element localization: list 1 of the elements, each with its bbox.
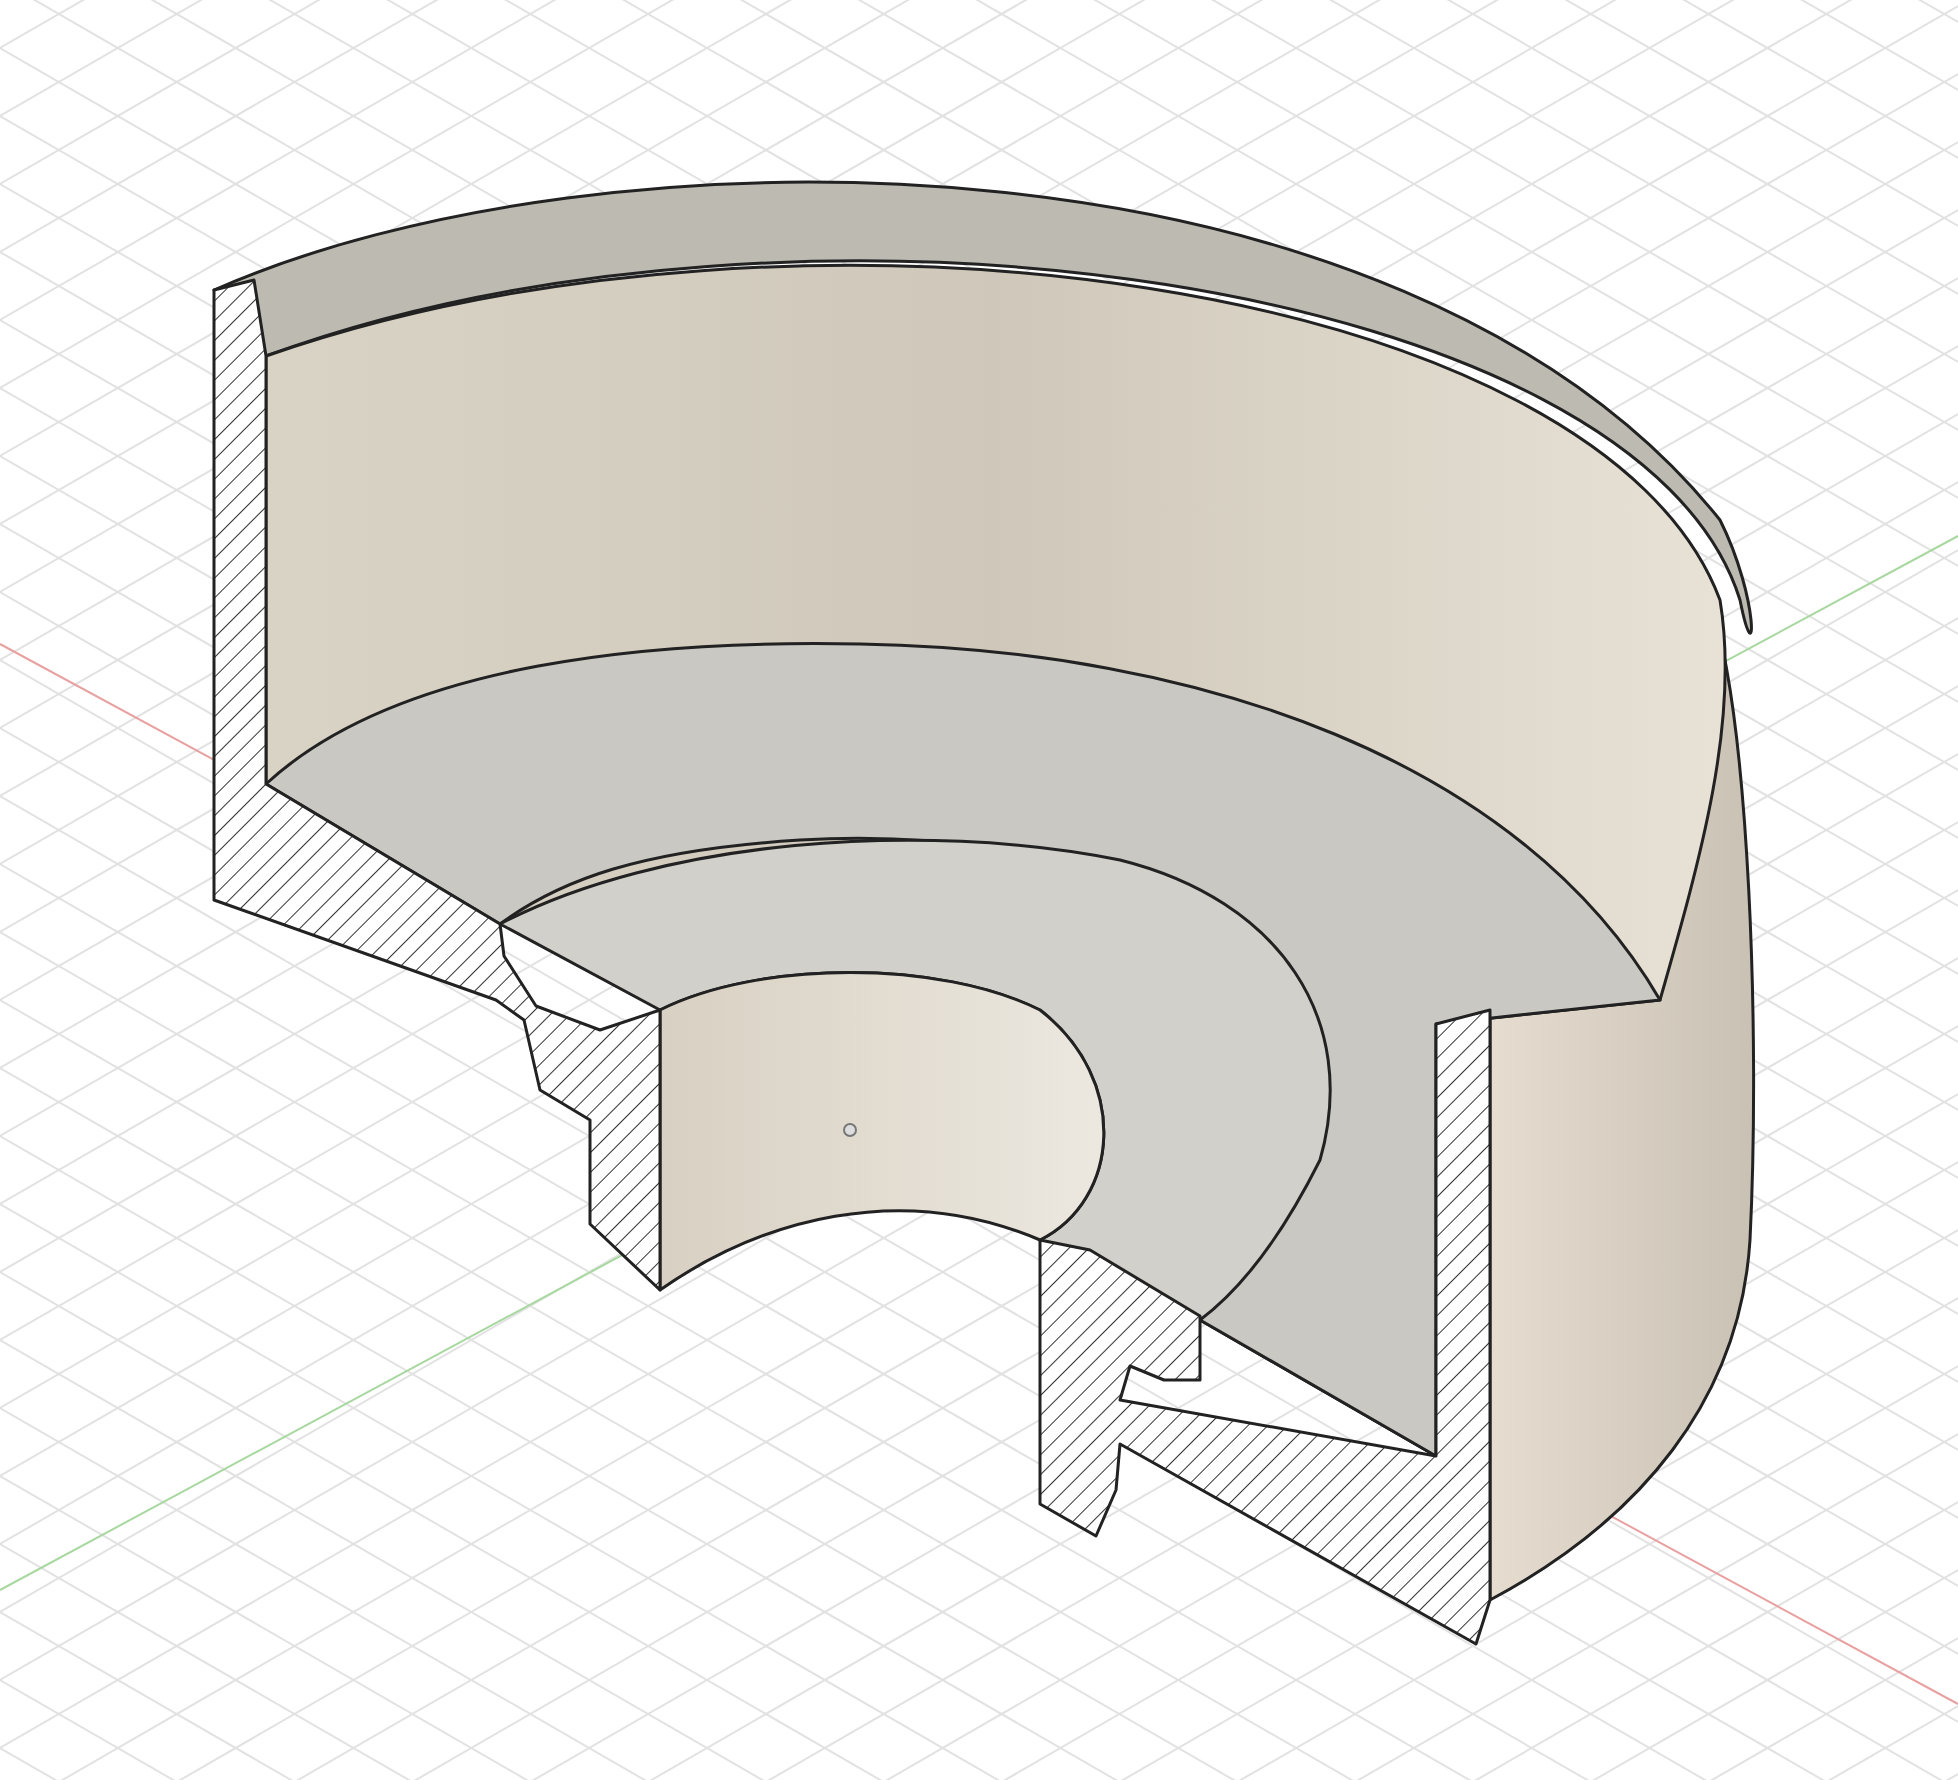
origin-icon	[843, 1123, 857, 1137]
